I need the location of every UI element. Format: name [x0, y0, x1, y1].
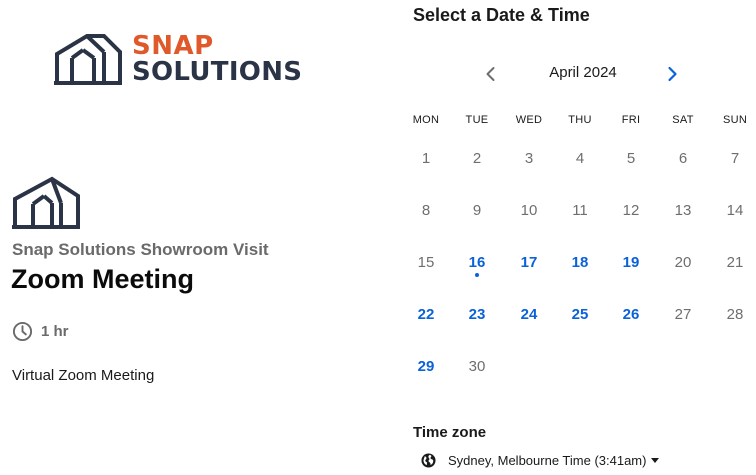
month-label: April 2024	[549, 64, 617, 81]
date-label: 12	[622, 201, 640, 219]
unavailable-date: 14	[713, 188, 756, 232]
date-label: 23	[468, 305, 486, 323]
clock-icon	[12, 321, 33, 341]
unavailable-date: 11	[558, 188, 602, 232]
date-label: 24	[520, 305, 538, 323]
date-label: 5	[626, 149, 636, 167]
weekday-header-row: MON TUE WED THU FRI SAT SUN	[400, 114, 756, 130]
weekday-fri: FRI	[621, 114, 641, 126]
unavailable-date: 15	[404, 240, 448, 284]
date-label: 10	[520, 201, 538, 219]
caret-down-icon	[651, 457, 660, 463]
house-outline-icon	[54, 34, 122, 85]
brand-logo: SNAP SOLUTIONS	[54, 30, 302, 90]
globe-icon	[421, 452, 436, 468]
date-label: 25	[571, 305, 589, 323]
available-date-button[interactable]: 17	[507, 240, 551, 284]
available-date-button[interactable]: 23	[455, 292, 499, 336]
date-label: 21	[726, 253, 744, 271]
date-label: 27	[674, 305, 692, 323]
page-title: Select a Date & Time	[413, 5, 590, 25]
calendar-month-nav: April 2024	[413, 60, 756, 88]
available-date-button[interactable]: 24	[507, 292, 551, 336]
date-label: 30	[468, 357, 486, 375]
date-label: 20	[674, 253, 692, 271]
date-label: 26	[622, 305, 640, 323]
available-date-button[interactable]: 16	[455, 240, 499, 284]
date-label: 22	[417, 305, 435, 323]
event-house-icon	[12, 176, 80, 229]
weekday-wed: WED	[515, 114, 543, 126]
brand-name-line1: SNAP	[132, 31, 214, 61]
unavailable-date: 3	[507, 136, 551, 180]
unavailable-date: 28	[713, 292, 756, 336]
event-title: Zoom Meeting	[11, 264, 194, 294]
date-label: 17	[520, 253, 538, 271]
date-label: 19	[622, 253, 640, 271]
event-host-name: Snap Solutions Showroom Visit	[12, 240, 269, 259]
unavailable-date: 27	[661, 292, 705, 336]
date-label: 29	[417, 357, 435, 375]
unavailable-date: 1	[404, 136, 448, 180]
available-date-button[interactable]: 18	[558, 240, 602, 284]
date-label: 13	[674, 201, 692, 219]
date-label: 8	[421, 201, 431, 219]
unavailable-date: 13	[661, 188, 705, 232]
date-label: 28	[726, 305, 744, 323]
timezone-value: Sydney, Melbourne Time (3:41am)	[448, 452, 647, 468]
today-indicator-dot	[475, 273, 479, 277]
date-label: 9	[472, 201, 482, 219]
weekday-thu: THU	[568, 114, 592, 126]
date-label: 11	[572, 201, 588, 219]
date-label: 6	[678, 149, 688, 167]
unavailable-date: 4	[558, 136, 602, 180]
chevron-left-icon[interactable]	[479, 62, 503, 86]
date-label: 14	[726, 201, 744, 219]
chevron-right-icon[interactable]	[660, 62, 684, 86]
date-label: 16	[468, 253, 486, 271]
timezone-label: Time zone	[413, 424, 487, 441]
timezone-select[interactable]: Sydney, Melbourne Time (3:41am)	[421, 450, 660, 470]
unavailable-date: 21	[713, 240, 756, 284]
unavailable-date: 10	[507, 188, 551, 232]
weekday-tue: TUE	[465, 114, 489, 126]
weekday-sun: SUN	[722, 114, 748, 126]
available-date-button[interactable]: 22	[404, 292, 448, 336]
available-date-button[interactable]: 19	[609, 240, 653, 284]
available-date-button[interactable]: 25	[558, 292, 602, 336]
unavailable-date: 7	[713, 136, 756, 180]
available-date-button[interactable]: 26	[609, 292, 653, 336]
unavailable-date: 6	[661, 136, 705, 180]
date-label: 7	[730, 149, 740, 167]
unavailable-date: 8	[404, 188, 448, 232]
date-label: 4	[575, 149, 585, 167]
unavailable-date: 5	[609, 136, 653, 180]
unavailable-date: 12	[609, 188, 653, 232]
brand-name-line2: SOLUTIONS	[132, 57, 303, 87]
date-label: 18	[571, 253, 589, 271]
unavailable-date: 20	[661, 240, 705, 284]
duration-label: 1 hr	[41, 322, 69, 340]
weekday-sat: SAT	[672, 114, 694, 126]
date-label: 15	[417, 253, 435, 271]
event-duration: 1 hr	[12, 320, 69, 342]
unavailable-date: 30	[455, 344, 499, 388]
date-label: 2	[472, 149, 482, 167]
unavailable-date: 2	[455, 136, 499, 180]
available-date-button[interactable]: 29	[404, 344, 448, 388]
unavailable-date: 9	[455, 188, 499, 232]
date-label: 1	[421, 149, 431, 167]
date-label: 3	[524, 149, 534, 167]
event-location: Virtual Zoom Meeting	[12, 367, 155, 384]
weekday-mon: MON	[412, 114, 440, 126]
